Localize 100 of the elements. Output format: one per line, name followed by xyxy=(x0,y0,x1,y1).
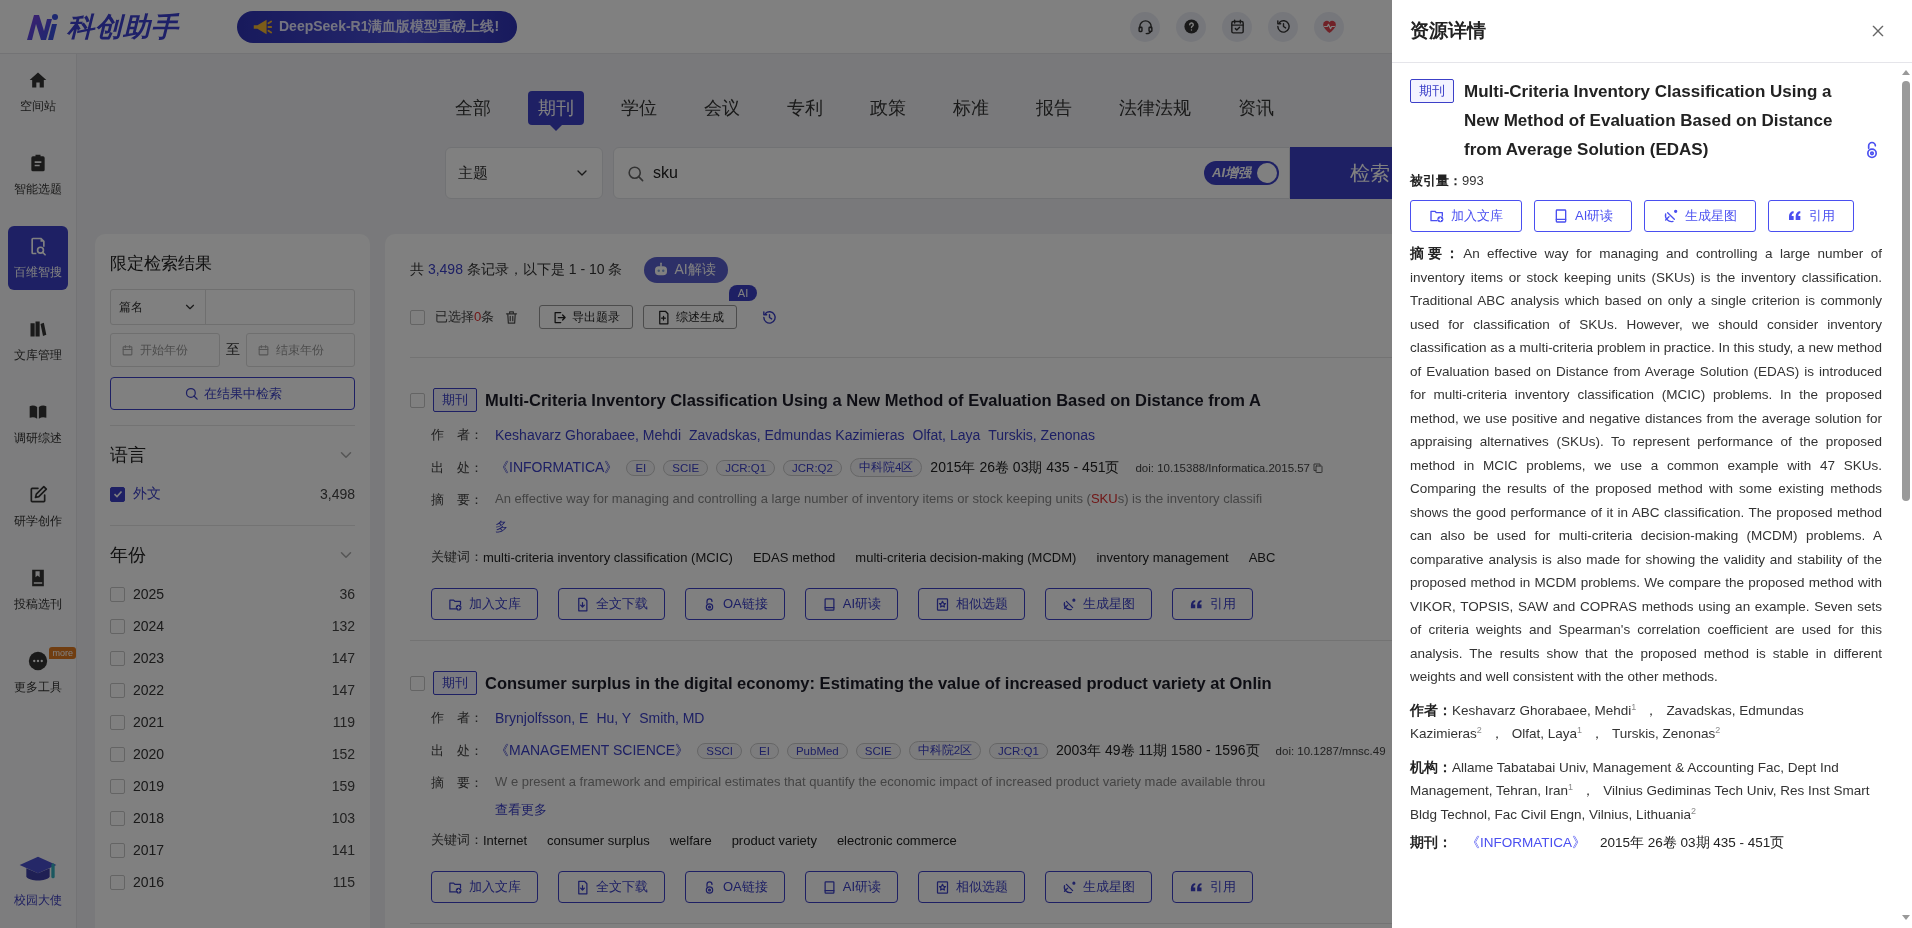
author-link[interactable]: Turskis, Zenonas xyxy=(988,427,1096,443)
star-document-icon xyxy=(935,879,951,895)
scrollbar[interactable] xyxy=(1901,70,1910,920)
action-button[interactable]: 生成星图 xyxy=(1045,871,1153,903)
sidebar-item[interactable]: 校园大使 xyxy=(8,844,68,914)
action-button[interactable]: 加入文库 xyxy=(431,871,538,903)
filter-option[interactable]: 2022 xyxy=(133,682,324,698)
search-field[interactable]: sku AI增强 xyxy=(613,147,1290,199)
option-count: 3,498 xyxy=(319,486,355,502)
article-title[interactable]: Multi-Criteria Inventory Classification Using a New Method of Evaluation Based on Distance from A xyxy=(485,390,1261,410)
keyword-link[interactable]: electronic commerce xyxy=(836,832,957,848)
sidebar-item[interactable]: 调研综述 xyxy=(8,392,68,456)
keyword-link[interactable]: product variety xyxy=(731,832,817,848)
option-count: 36 xyxy=(339,586,355,602)
sidebar-item[interactable]: 百维智搜 xyxy=(8,226,68,290)
show-more-link[interactable]: 多 xyxy=(495,518,1263,536)
action-button[interactable]: 加入文库 xyxy=(431,588,538,620)
doi-text: doi: 10.15388/Informatica.2015.57 xyxy=(1135,461,1310,474)
category-tab[interactable]: 专利 xyxy=(777,91,833,125)
action-button[interactable]: AI研读 xyxy=(804,871,899,903)
action-button[interactable]: 相似选题 xyxy=(918,588,1026,620)
toolbar-button[interactable]: 综述生成 xyxy=(643,305,738,329)
more-icon xyxy=(28,650,48,671)
action-button[interactable]: 引用 xyxy=(1172,871,1254,903)
action-button[interactable]: OA链接 xyxy=(685,871,785,903)
folder-plus-icon xyxy=(448,596,463,612)
filter-option[interactable]: 2023 xyxy=(133,650,324,666)
action-button[interactable]: 相似选题 xyxy=(918,871,1026,903)
article-title[interactable]: Consumer surplus in the digital economy: Estimating the value of increased product variety at Onlin xyxy=(485,673,1272,693)
journal-link[interactable]: 《MANAGEMENT SCIENCE》 xyxy=(495,741,690,760)
announcement-banner[interactable]: DeepSeek-R1满血版模型重磅上线! xyxy=(237,10,518,43)
filter-option[interactable]: 2016 xyxy=(133,874,325,890)
category-tab[interactable]: 全部 xyxy=(445,91,501,125)
keyword-link[interactable]: Internet xyxy=(483,832,528,848)
author-link[interactable]: Hu, Y xyxy=(596,710,632,726)
filter-option[interactable]: 2021 xyxy=(133,714,325,730)
field-select[interactable]: 主题 xyxy=(445,147,603,199)
ai-interpret-button[interactable]: AI解读 xyxy=(644,257,728,283)
keyword-link[interactable]: inventory management xyxy=(1096,549,1229,565)
title-filter-field[interactable]: 篇名 xyxy=(110,289,355,325)
action-button[interactable]: AI研读 xyxy=(1534,200,1633,232)
category-tab[interactable]: 法律法规 xyxy=(1109,91,1201,125)
category-tab[interactable]: 期刊 xyxy=(528,91,584,125)
toolbar-button[interactable] xyxy=(1222,11,1252,42)
checkbox[interactable] xyxy=(110,486,125,502)
index-badge: JCR:Q2 xyxy=(783,459,842,476)
book-icon xyxy=(1553,208,1569,224)
field-label: 摘 要： xyxy=(431,774,484,792)
search-within-button[interactable]: 在结果中检索 xyxy=(110,377,355,410)
sidebar-item[interactable]: 文库管理 xyxy=(8,309,68,373)
action-button[interactable]: 加入文库 xyxy=(1410,200,1522,232)
action-button[interactable]: 全文下载 xyxy=(558,588,665,620)
action-button[interactable]: 引用 xyxy=(1172,588,1254,620)
action-button[interactable]: OA链接 xyxy=(685,588,785,620)
show-more-link[interactable]: 查看更多 xyxy=(495,801,1266,819)
author-link[interactable]: Brynjolfsson, E xyxy=(495,710,589,726)
filter-option[interactable]: 外文 xyxy=(133,485,312,503)
keyword-link[interactable]: welfare xyxy=(669,832,712,848)
keyword-link[interactable]: consumer surplus xyxy=(547,832,650,848)
keyword-link[interactable]: multi-criteria inventory classification (MCIC) xyxy=(483,549,733,565)
sidebar-item[interactable]: 研学创作 xyxy=(8,475,68,539)
category-tab[interactable]: 会议 xyxy=(694,91,750,125)
toolbar-button[interactable]: 导出题录 xyxy=(539,305,634,329)
filter-option[interactable]: 2019 xyxy=(133,778,324,794)
action-button[interactable]: 引用 xyxy=(1768,200,1855,232)
action-button[interactable]: 生成星图 xyxy=(1644,200,1757,232)
toolbar-button[interactable] xyxy=(1130,11,1160,42)
journal-link[interactable]: 《INFORMATICA》 xyxy=(495,458,619,477)
toolbar-button[interactable] xyxy=(1268,11,1298,42)
category-tab[interactable]: 报告 xyxy=(1026,91,1082,125)
filter-option[interactable]: 2017 xyxy=(133,842,324,858)
category-tab[interactable]: 资讯 xyxy=(1228,91,1284,125)
sidebar-item[interactable]: 智能选题 xyxy=(8,143,68,207)
keyword-link[interactable]: ABC xyxy=(1248,549,1276,565)
ai-toggle[interactable]: AI增强 xyxy=(1204,161,1279,185)
author-link[interactable]: Smith, MD xyxy=(639,710,705,726)
action-button[interactable]: 全文下载 xyxy=(558,871,665,903)
close-button[interactable] xyxy=(1870,23,1886,39)
author-link[interactable]: Keshavarz Ghorabaee, Mehdi xyxy=(495,427,681,443)
category-tab[interactable]: 学位 xyxy=(611,91,667,125)
action-button[interactable]: 生成星图 xyxy=(1045,588,1153,620)
filter-option[interactable]: 2025 xyxy=(133,586,332,602)
toolbar-button[interactable] xyxy=(1314,11,1344,42)
sidebar-item[interactable]: 投稿选刊 xyxy=(8,558,68,622)
filter-option[interactable]: 2020 xyxy=(133,746,324,762)
keyword-link[interactable]: multi-criteria decision-making (MCDM) xyxy=(855,549,1077,565)
filter-option[interactable]: 2018 xyxy=(133,810,324,826)
option-count: 147 xyxy=(331,682,355,698)
search-button[interactable]: 检索 xyxy=(1290,147,1392,199)
author-link[interactable]: Olfat, Laya xyxy=(912,427,981,443)
category-tab[interactable]: 标准 xyxy=(943,91,999,125)
keyword-link[interactable]: EDAS method xyxy=(752,549,836,565)
filter-option[interactable]: 2024 xyxy=(133,618,324,634)
category-tab[interactable]: 政策 xyxy=(860,91,916,125)
action-button[interactable]: AI研读 xyxy=(804,588,899,620)
sidebar-item[interactable]: 空间站 xyxy=(8,60,68,124)
document-download-icon xyxy=(575,879,590,895)
journal-link[interactable]: 《INFORMATICA》 xyxy=(1466,834,1586,852)
author-link[interactable]: Zavadskas, Edmundas Kazimieras xyxy=(689,427,905,443)
toolbar-button[interactable] xyxy=(1176,11,1206,42)
